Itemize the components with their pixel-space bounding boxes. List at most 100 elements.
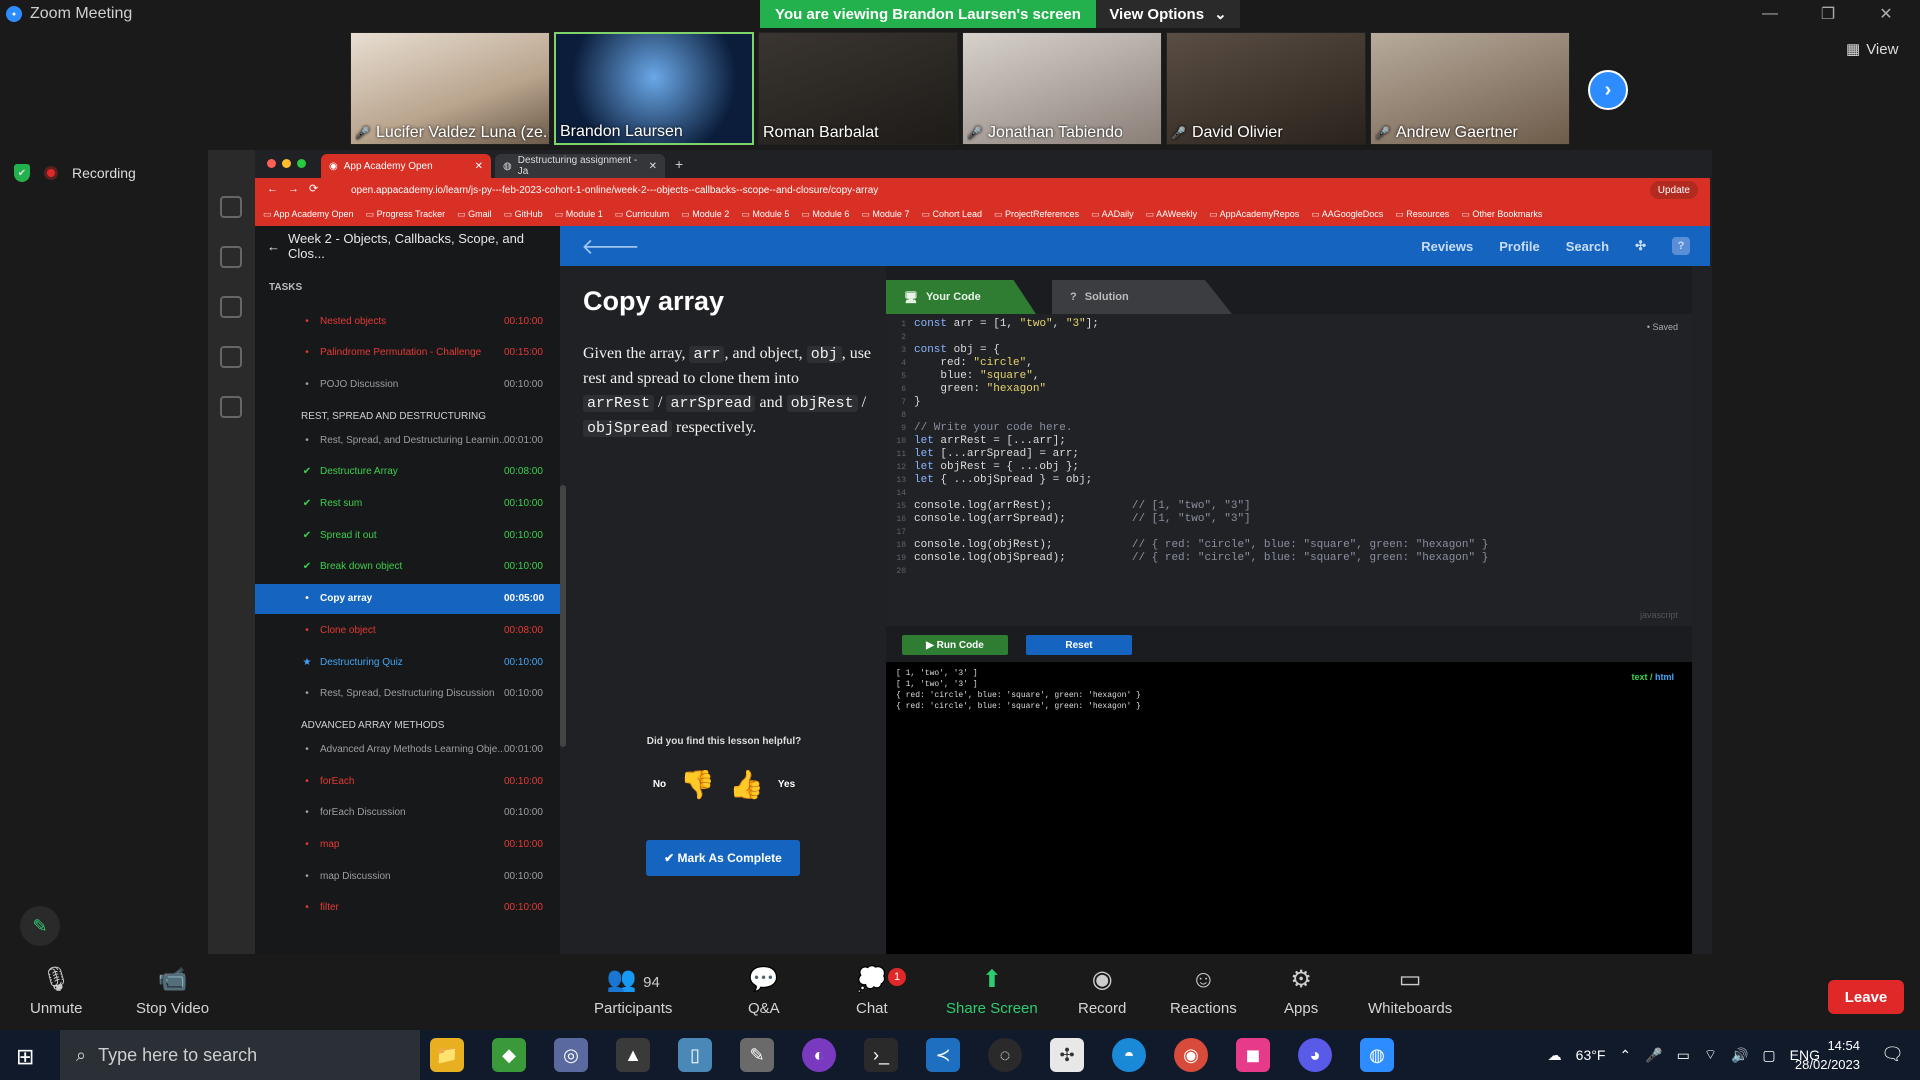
code-area[interactable]: 1 const arr = [1, "two", "3"]; 2 3 const obj…: [886, 314, 1692, 626]
address-bar[interactable]: ←→⟳ open.appacademy.io/learn/js-py---feb…: [255, 178, 1710, 202]
task-item[interactable]: • Nested objects 00:10:00: [255, 306, 560, 336]
minimize-dot-icon[interactable]: [282, 159, 291, 168]
task-item[interactable]: ★ Destructuring Quiz 00:10:00: [255, 647, 560, 677]
discord-icon[interactable]: ◕: [1298, 1038, 1332, 1072]
view-layout-button[interactable]: ▦ View: [1846, 40, 1898, 59]
help-icon[interactable]: ?: [1672, 237, 1690, 255]
record-button[interactable]: ◉ Record: [1078, 966, 1126, 1017]
nav-arrows-icon[interactable]: ←→⟳: [267, 182, 328, 195]
leave-button[interactable]: Leave: [1828, 980, 1904, 1014]
unmute-button[interactable]: 🎙 Unmute: [30, 966, 83, 1017]
task-item[interactable]: ✔ Spread it out 00:10:00: [255, 520, 560, 550]
mark-complete-button[interactable]: ✔ Mark As Complete: [646, 840, 800, 876]
task-item[interactable]: ✔ Break down object 00:10:00: [255, 552, 560, 582]
view-options-button[interactable]: View Options ⌄: [1096, 0, 1240, 28]
reset-button[interactable]: Reset: [1026, 635, 1132, 655]
output-mode-html[interactable]: html: [1655, 672, 1674, 682]
task-item[interactable]: • Copy array 00:05:00: [255, 583, 560, 614]
bookmark-item[interactable]: AppAcademyRepos: [1209, 209, 1300, 220]
task-item[interactable]: • Palindrome Permutation - Challenge 00:15…: [255, 338, 560, 368]
thumbs-down-icon[interactable]: 👎: [680, 768, 715, 801]
stop-video-button[interactable]: 📹 Stop Video: [136, 966, 209, 1017]
tab-solution[interactable]: ? Solution: [1052, 280, 1232, 314]
close-tab-icon[interactable]: ✕: [649, 161, 657, 172]
new-tab-icon[interactable]: +: [675, 156, 683, 172]
app-icon[interactable]: ▲: [616, 1038, 650, 1072]
task-item[interactable]: • POJO Discussion 00:10:00: [255, 369, 560, 399]
taskbar-search-box[interactable]: ⌕ Type here to search: [60, 1030, 420, 1080]
url-text[interactable]: open.appacademy.io/learn/js-py---feb-202…: [351, 182, 1341, 199]
bookmark-item[interactable]: App Academy Open: [263, 209, 354, 220]
task-item[interactable]: • map 00:10:00: [255, 830, 560, 860]
participant-tile[interactable]: Roman Barbalat: [758, 32, 958, 145]
browser-tab-active[interactable]: ◉ App Academy Open ✕: [321, 154, 491, 178]
minimize-button[interactable]: —: [1742, 0, 1798, 28]
run-code-button[interactable]: ▶ Run Code: [902, 635, 1008, 655]
sidebar-scrollbar[interactable]: [560, 485, 566, 747]
volume-icon[interactable]: 🔊: [1731, 1047, 1748, 1064]
task-item[interactable]: • forEach Discussion 00:10:00: [255, 798, 560, 828]
zoom-dot-icon[interactable]: [297, 159, 306, 168]
display-icon[interactable]: ▢: [1762, 1047, 1775, 1064]
thumbs-up-icon[interactable]: 👍: [729, 768, 764, 801]
weather-icon[interactable]: ☁: [1548, 1047, 1562, 1064]
bookmark-item[interactable]: Module 1: [555, 209, 603, 220]
app-icon[interactable]: ◆: [492, 1038, 526, 1072]
bookmark-item[interactable]: AAGoogleDocs: [1311, 209, 1384, 220]
participants-button[interactable]: 👥 94 Participants: [594, 966, 672, 1017]
participant-tile[interactable]: 🎤 Lucifer Valdez Luna (ze...: [350, 32, 550, 145]
bookmark-item[interactable]: Resources: [1395, 209, 1449, 220]
share-screen-button[interactable]: ⬆ Share Screen: [946, 966, 1038, 1017]
vscode-icon[interactable]: ≺: [926, 1038, 960, 1072]
app-icon[interactable]: ◐: [802, 1038, 836, 1072]
bookmark-item[interactable]: GitHub: [504, 209, 543, 220]
browser-update-button[interactable]: Update: [1649, 181, 1698, 199]
bookmark-item[interactable]: AADaily: [1091, 209, 1134, 220]
app-icon[interactable]: ◼: [1236, 1038, 1270, 1072]
bookmark-item[interactable]: Module 2: [681, 209, 729, 220]
chat-button[interactable]: 💭 1 Chat: [856, 966, 906, 1017]
bookmark-item[interactable]: Cohort Lead: [921, 209, 982, 220]
tray-chevron-icon[interactable]: ⌃: [1619, 1047, 1631, 1064]
whiteboards-button[interactable]: ▭ Whiteboards: [1368, 966, 1452, 1017]
app-icon[interactable]: ▯: [678, 1038, 712, 1072]
chrome-icon[interactable]: ◉: [1174, 1038, 1208, 1072]
battery-icon[interactable]: ▭: [1677, 1047, 1690, 1064]
close-dot-icon[interactable]: [267, 159, 276, 168]
app-icon[interactable]: ◌: [988, 1038, 1022, 1072]
apps-button[interactable]: ⚙ Apps: [1284, 966, 1318, 1017]
close-button[interactable]: ✕: [1858, 0, 1914, 28]
terminal-icon[interactable]: ›_: [864, 1038, 898, 1072]
weather-temp[interactable]: 63°F: [1576, 1047, 1606, 1063]
close-tab-icon[interactable]: ✕: [475, 161, 483, 172]
app-icon[interactable]: ◎: [554, 1038, 588, 1072]
bookmark-item[interactable]: Module 7: [861, 209, 909, 220]
next-participants-arrow-icon[interactable]: ›: [1588, 70, 1628, 110]
slack-icon[interactable]: ✣: [1050, 1038, 1084, 1072]
back-arrow-icon[interactable]: 🡐: [581, 234, 640, 260]
bookmark-item[interactable]: ProjectReferences: [994, 209, 1079, 220]
annotate-pen-icon[interactable]: ✎: [20, 906, 60, 946]
file-explorer-icon[interactable]: 📁: [430, 1038, 464, 1072]
bookmark-item[interactable]: Module 6: [801, 209, 849, 220]
task-item[interactable]: • Advanced Array Methods Learning Obje...…: [255, 734, 560, 764]
taskbar-clock[interactable]: 14:54 28/02/2023: [1795, 1036, 1860, 1074]
restore-button[interactable]: ❐: [1800, 0, 1856, 28]
task-item[interactable]: • Rest, Spread, and Destructuring Learnin…: [255, 425, 560, 455]
bookmark-item[interactable]: Progress Tracker: [366, 209, 446, 220]
output-mode-toggle[interactable]: text / html: [1631, 672, 1674, 682]
task-item[interactable]: • map Discussion 00:10:00: [255, 861, 560, 891]
bookmark-item[interactable]: Gmail: [457, 209, 492, 220]
zoom-taskbar-icon[interactable]: ◍: [1360, 1038, 1394, 1072]
notifications-icon[interactable]: 🗨: [1881, 1044, 1904, 1065]
task-item[interactable]: • forEach 00:10:00: [255, 766, 560, 796]
participant-tile[interactable]: 🎤 David Olivier: [1166, 32, 1366, 145]
participant-tile[interactable]: 🎤 Jonathan Tabiendo: [962, 32, 1162, 145]
task-item[interactable]: • Rest, Spread, Destructuring Discussion 0…: [255, 679, 560, 709]
edge-icon[interactable]: ◓: [1112, 1038, 1146, 1072]
task-item[interactable]: ✔ Rest sum 00:10:00: [255, 489, 560, 519]
bookmark-item[interactable]: Module 5: [741, 209, 789, 220]
week-title[interactable]: ← Week 2 - Objects, Callbacks, Scope, and…: [255, 226, 560, 266]
qa-button[interactable]: 💬 Q&A: [748, 966, 780, 1017]
tab-your-code[interactable]: 🖥 Your Code: [886, 280, 1036, 314]
